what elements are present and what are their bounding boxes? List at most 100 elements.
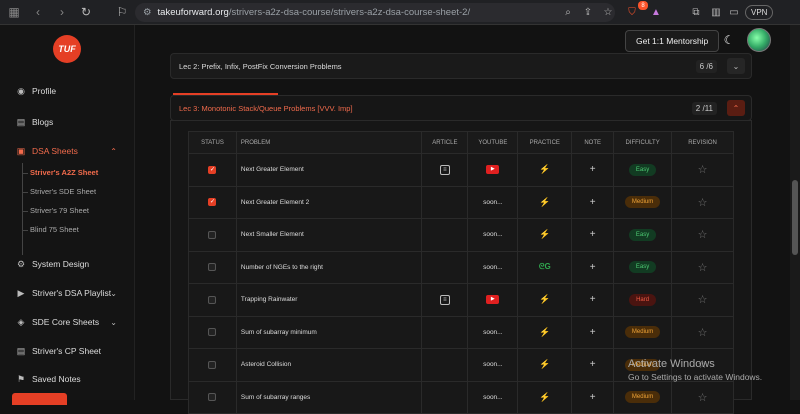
practice-cell: ⚡ [517,380,573,414]
bookmark-star-icon[interactable]: ☆ [600,4,616,20]
youtube-icon[interactable]: ▶ [486,295,500,305]
address-bar[interactable]: ⚙ takeuforward.org/strivers-a2z-dsa-cour… [135,3,615,22]
revision-star-icon[interactable]: ☆ [698,229,708,241]
back-icon[interactable]: ‹ [28,2,48,22]
problem-name[interactable]: Asteroid Collision [235,348,423,382]
problem-name[interactable]: Trapping Rainwater [235,283,423,317]
mentorship-button[interactable]: Get 1:1 Mentorship [625,30,720,52]
rewards-icon[interactable]: ▲ [648,4,664,20]
table-row: Trapping Rainwater ≡ ▶ ⚡ + Hard ☆ [188,283,734,317]
revision-star-icon[interactable]: ☆ [698,197,708,209]
status-checkbox[interactable] [208,328,217,337]
gfg-icon[interactable]: ᘓG [539,262,551,271]
forward-icon[interactable]: › [52,2,72,22]
youtube-soon: soon... [483,198,503,206]
revision-star-icon[interactable]: ☆ [698,327,708,339]
zoom-icon[interactable]: ⌕ [560,4,576,20]
sidebar-item-saved-notes[interactable]: ⚑ Saved Notes [15,373,125,385]
sidebar-item-blogs[interactable]: ▤ Blogs [15,116,125,128]
practice-cell: ⚡ [517,315,573,349]
revision-star-icon[interactable]: ☆ [698,164,708,176]
revision-star-icon[interactable]: ☆ [698,294,708,306]
status-checkbox[interactable] [208,393,217,402]
progress-underline [173,93,278,95]
col-problem: PROBLEM [235,131,423,154]
add-note-icon[interactable]: + [590,229,596,240]
extensions-icon[interactable]: ⧉ [688,4,704,20]
codingninjas-icon[interactable]: ⚡ [539,359,550,369]
revision-star-icon[interactable]: ☆ [698,392,708,404]
article-icon[interactable]: ≡ [439,164,450,175]
codingninjas-icon[interactable]: ⚡ [539,294,550,304]
sheet-link-sde[interactable]: Striver's SDE Sheet [30,187,96,196]
mentorship-label: Get 1:1 Mentorship [636,36,709,46]
avatar[interactable] [747,28,771,52]
problem-name[interactable]: Next Greater Element 2 [235,185,423,219]
codingninjas-icon[interactable]: ⚡ [539,197,550,207]
difficulty-cell: Medium [613,380,673,414]
reload-icon[interactable]: ↻ [76,2,96,22]
chevron-up-icon[interactable]: ⌃ [727,100,745,116]
status-cell [188,315,237,349]
document-icon: ▤ [16,116,26,127]
status-checkbox[interactable] [208,263,217,272]
youtube-icon[interactable]: ▶ [486,165,500,175]
sidebar-bottom-button[interactable] [12,393,67,405]
table-header-row: STATUS PROBLEM ARTICLE YOUTUBE PRACTICE … [188,131,734,154]
youtube-cell: soon... [467,315,519,349]
vpn-button[interactable]: VPN [745,5,774,20]
status-checkbox[interactable] [208,295,217,304]
status-checkbox[interactable]: ✓ [208,198,217,207]
chevron-down-icon[interactable]: ⌄ [727,58,745,74]
status-checkbox[interactable] [208,230,217,239]
codingninjas-icon[interactable]: ⚡ [539,164,550,174]
sidebar-item-label: Striver's DSA Playlist [32,288,112,298]
add-note-icon[interactable]: + [590,359,596,370]
lecture-count: 2 /11 [691,101,717,115]
status-checkbox[interactable]: ✓ [208,165,217,174]
sidebar-toggle-icon[interactable]: ▥ [708,4,724,20]
bookmark-icon[interactable]: ⚐ [112,2,132,22]
difficulty-cell: Easy [613,153,673,187]
codingninjas-icon[interactable]: ⚡ [539,229,550,239]
scrollbar-thumb[interactable] [792,180,798,255]
problem-name[interactable]: Sum of subarray ranges [235,380,423,414]
share-icon[interactable]: ⇪ [580,4,596,20]
difficulty-cell: Easy [613,218,673,252]
sheet-link-blind75[interactable]: Blind 75 Sheet [30,225,79,234]
theme-toggle-icon[interactable]: ☾ [721,32,737,48]
site-info-icon[interactable]: ⚙ [143,7,152,18]
sheet-link-79[interactable]: Striver's 79 Sheet [30,206,89,215]
codingninjas-icon[interactable]: ⚡ [539,327,550,337]
page-scrollbar[interactable] [790,25,800,400]
sidebar-item-label: System Design [32,259,90,269]
add-note-icon[interactable]: + [590,197,596,208]
sidebar-item-sde-core[interactable]: ◈ SDE Core Sheets ⌄ [15,316,125,328]
sidebar-item-system-design[interactable]: ⚙ System Design [15,258,125,270]
codingninjas-icon[interactable]: ⚡ [539,392,550,402]
add-note-icon[interactable]: + [590,392,596,403]
sheet-link-a2z[interactable]: Striver's A2Z Sheet [30,168,98,177]
tab-list-icon[interactable]: ▦ [4,2,24,22]
problem-name[interactable]: Next Smaller Element [235,218,423,252]
sidebar-item-label: DSA Sheets [32,146,78,156]
add-note-icon[interactable]: + [590,327,596,338]
problem-name[interactable]: Number of NGEs to the right [235,250,423,284]
add-note-icon[interactable]: + [590,164,596,175]
article-icon[interactable]: ≡ [439,294,450,305]
revision-star-icon[interactable]: ☆ [698,262,708,274]
add-note-icon[interactable]: + [590,294,596,305]
add-note-icon[interactable]: + [590,262,596,273]
problem-name[interactable]: Sum of subarray minimum [235,315,423,349]
lecture-row-3[interactable]: Lec 3: Monotonic Stack/Queue Problems [V… [170,95,752,121]
sidebar-item-profile[interactable]: ◉ Profile [15,85,125,97]
status-checkbox[interactable] [208,360,217,369]
sidebar-item-dsa-sheets[interactable]: ▣ DSA Sheets ⌃ [15,145,125,157]
sidebar-item-dsa-playlist[interactable]: ▶ Striver's DSA Playlist ⌄ [15,287,125,299]
youtube-cell: soon... [467,218,519,252]
sidebar-item-cp-sheet[interactable]: ▤ Striver's CP Sheet [15,345,125,357]
wallet-icon[interactable]: ▭ [726,4,742,20]
lecture-row-2[interactable]: Lec 2: Prefix, Infix, PostFix Conversion… [170,53,752,79]
problem-name[interactable]: Next Greater Element [235,153,423,187]
tuf-logo[interactable]: TUF [53,35,81,63]
